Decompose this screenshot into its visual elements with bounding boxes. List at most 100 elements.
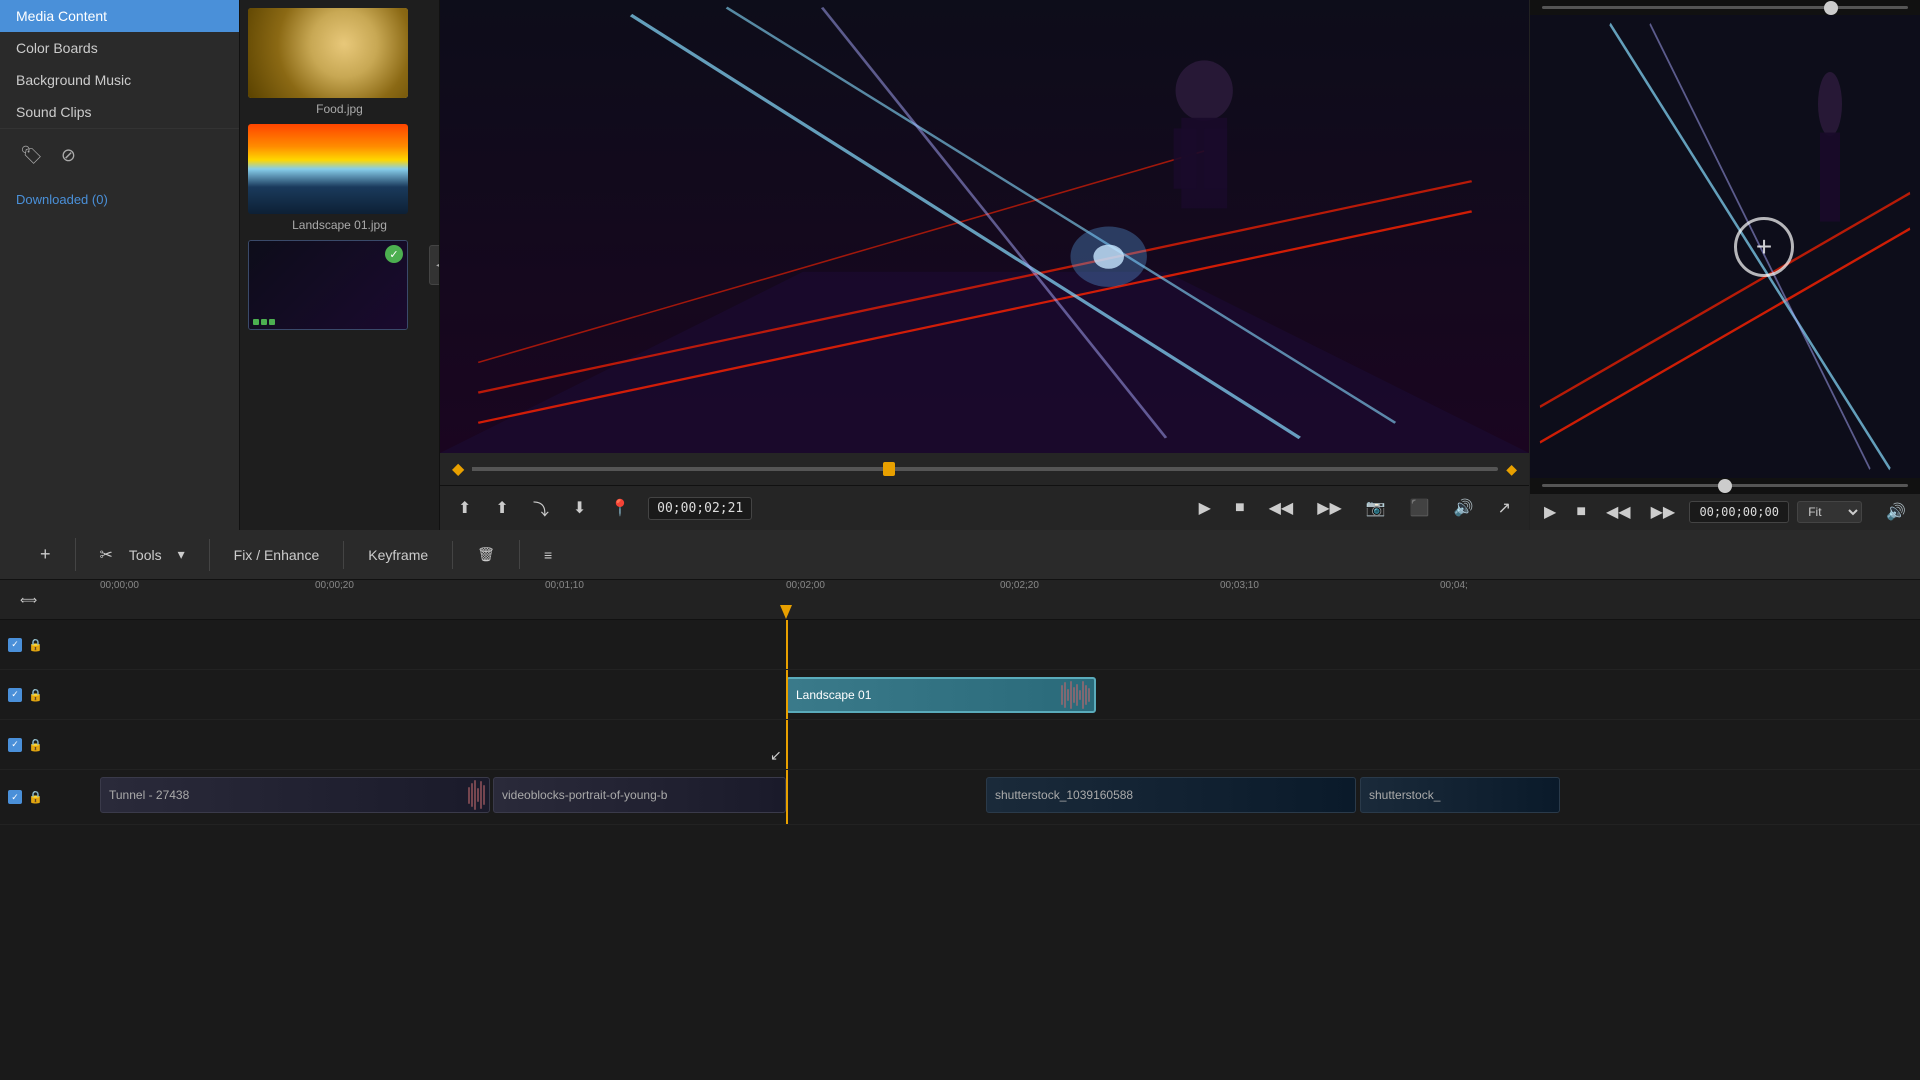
sidebar-menu: Media Content Color Boards Background Mu… — [0, 0, 239, 128]
video-indicator — [249, 315, 279, 329]
fit-dropdown[interactable]: Fit 25% 50% 100% — [1797, 501, 1862, 523]
landscape-waveform — [1061, 679, 1094, 711]
row-video-content: Tunnel - 27438 videoblocks-portrait-of-y… — [100, 770, 1920, 824]
row-video-checkbox[interactable]: ✓ — [8, 790, 22, 804]
insert-button[interactable]: ⤵ — [527, 492, 555, 524]
check-badge: ✓ — [385, 245, 403, 263]
tools-dropdown-button[interactable]: ▾ — [170, 540, 193, 569]
scissors-button[interactable]: ✂ — [92, 539, 121, 571]
right-fast-forward-button[interactable]: ▶▶ — [1645, 498, 1682, 526]
landscape-thumbnail — [248, 124, 408, 214]
media-item-food[interactable]: Food.jpg — [248, 8, 431, 116]
row-video-lock[interactable]: 🔒 — [28, 790, 43, 804]
snapshot-button[interactable]: 📷 — [1360, 494, 1392, 522]
fast-forward-button[interactable]: ▶▶ — [1311, 494, 1348, 522]
row-landscape-lock[interactable]: 🔒 — [28, 688, 43, 702]
add-to-timeline-button[interactable]: + — [1734, 217, 1794, 277]
timeline-row-video: ✓ 🔒 Tunnel - 27438 — [0, 770, 1920, 825]
preview-progress-bar[interactable]: ◆ ◆ — [440, 453, 1529, 485]
media-item-landscape[interactable]: Landscape 01.jpg — [248, 124, 431, 232]
row-landscape-checkbox[interactable]: ✓ — [8, 688, 22, 702]
food-label: Food.jpg — [248, 102, 431, 116]
collapse-panel-button[interactable]: ◀ — [429, 245, 440, 285]
stop-button[interactable]: ■ — [1229, 495, 1251, 521]
overwrite-button[interactable]: ⬇ — [567, 494, 592, 522]
trim-end-button[interactable]: ⬆ — [489, 494, 514, 522]
row-video-playhead — [786, 770, 788, 824]
right-slider-top[interactable] — [1542, 6, 1908, 9]
main-preview: ◆ ◆ ⬆ ⬆ ⤵ ⬇ 📍 00;00;02;21 ▶ ■ ◀◀ ▶▶ 📷 ⬛ … — [440, 0, 1530, 530]
row-3-playhead — [786, 720, 788, 769]
shutterstock2-clip[interactable]: shutterstock_ — [1360, 777, 1560, 813]
sidebar-item-media-content[interactable]: Media Content — [0, 0, 239, 32]
right-preview: + ▶ ■ ◀◀ ▶▶ 00;00;00;00 Fit 25% 50% 100%… — [1530, 0, 1920, 530]
subtitle-button[interactable]: ⬛ — [1404, 494, 1436, 522]
row-3-content: ↙ — [100, 720, 1920, 769]
timeline-row-1: ✓ 🔒 — [0, 620, 1920, 670]
row-landscape-content: Landscape 01 — [100, 670, 1920, 719]
right-stop-button[interactable]: ■ — [1570, 499, 1592, 525]
media-item-video-clip[interactable]: ✓ — [248, 240, 431, 330]
export-button[interactable]: ↗ — [1492, 494, 1517, 522]
rewind-button[interactable]: ◀◀ — [1263, 494, 1300, 522]
row-1-playhead-line — [786, 620, 788, 669]
sidebar-item-color-boards[interactable]: Color Boards — [0, 32, 239, 64]
sidebar-icons: 🏷 ⊘ — [0, 128, 239, 182]
timecode-4: 00;02;20 — [1000, 580, 1039, 591]
right-slider-bottom[interactable] — [1542, 484, 1908, 487]
sidebar-item-sound-clips[interactable]: Sound Clips — [0, 96, 239, 128]
row-3-controls: ✓ 🔒 — [0, 738, 100, 752]
right-volume-button[interactable]: 🔊 — [1880, 498, 1912, 526]
timeline: ⟺ 00;00;00 00;00;20 00;01;10 00;02;00 00… — [0, 580, 1920, 1080]
row-1-lock[interactable]: 🔒 — [28, 638, 43, 652]
tunnel-clip[interactable]: Tunnel - 27438 — [100, 777, 490, 813]
timeline-scale[interactable]: 00;00;00 00;00;20 00;01;10 00;02;00 00;0… — [100, 580, 1920, 619]
timecode-0: 00;00;00 — [100, 580, 139, 591]
media-grid: Food.jpg Landscape 01.jpg ✓ ◀ — [240, 0, 440, 530]
fix-enhance-button[interactable]: Fix / Enhance — [226, 541, 328, 569]
timecode-1: 00;00;20 — [315, 580, 354, 591]
right-timecode: 00;00;00;00 — [1689, 501, 1789, 523]
row-landscape-controls: ✓ 🔒 — [0, 688, 100, 702]
toolbar-group-tools: ✂ Tools ▾ — [76, 539, 210, 571]
timeline-row-landscape: ✓ 🔒 Landscape 01 — [0, 670, 1920, 720]
row-3-checkbox[interactable]: ✓ — [8, 738, 22, 752]
marker-button[interactable]: 📍 — [604, 494, 636, 522]
delete-button[interactable]: 🗑 — [469, 540, 503, 569]
right-bottom-slider[interactable] — [1530, 478, 1920, 493]
row-3-lock[interactable]: 🔒 — [28, 738, 43, 752]
tag-icon[interactable]: 🏷 — [16, 141, 47, 170]
row-1-checkbox[interactable]: ✓ — [8, 638, 22, 652]
food-thumbnail — [248, 8, 408, 98]
video-clip-thumbnail: ✓ — [248, 240, 408, 330]
main-timecode: 00;00;02;21 — [648, 497, 752, 520]
timeline-fit-button[interactable]: ⟺ — [12, 587, 45, 613]
timecode-5: 00;03;10 — [1220, 580, 1259, 591]
right-top-slider[interactable] — [1530, 0, 1920, 15]
timecode-6: 00;04; — [1440, 580, 1468, 591]
play-button[interactable]: ▶ — [1193, 494, 1217, 522]
toolbar-group-fix: Fix / Enhance — [210, 541, 345, 569]
volume-button[interactable]: 🔊 — [1448, 494, 1480, 522]
timecode-3: 00;02;00 — [786, 580, 825, 591]
preview-controls: ⬆ ⬆ ⤵ ⬇ 📍 00;00;02;21 ▶ ■ ◀◀ ▶▶ 📷 ⬛ 🔊 ↗ — [440, 485, 1529, 530]
keyframe-button[interactable]: Keyframe — [360, 541, 436, 569]
right-laser-svg — [1530, 15, 1920, 478]
timeline-thumb[interactable] — [883, 462, 895, 476]
sidebar-item-background-music[interactable]: Background Music — [0, 64, 239, 96]
playhead-arrow — [780, 605, 792, 619]
landscape-label: Landscape 01.jpg — [248, 218, 431, 232]
right-play-button[interactable]: ▶ — [1538, 498, 1562, 526]
timeline-zoom-controls: ⟺ — [0, 587, 100, 613]
main-video-preview — [440, 0, 1529, 453]
right-rewind-button[interactable]: ◀◀ — [1600, 498, 1637, 526]
landscape-clip[interactable]: Landscape 01 — [786, 677, 1096, 713]
add-track-button[interactable]: + — [32, 538, 59, 571]
downloaded-label: Downloaded (0) — [0, 182, 239, 217]
list-button[interactable]: ≡ — [536, 541, 560, 569]
filter-icon[interactable]: ⊘ — [57, 141, 80, 170]
shutterstock1-clip[interactable]: shutterstock_1039160588 — [986, 777, 1356, 813]
row-1-controls: ✓ 🔒 — [0, 638, 100, 652]
videoblocks-clip[interactable]: videoblocks-portrait-of-young-b — [493, 777, 786, 813]
trim-start-button[interactable]: ⬆ — [452, 494, 477, 522]
